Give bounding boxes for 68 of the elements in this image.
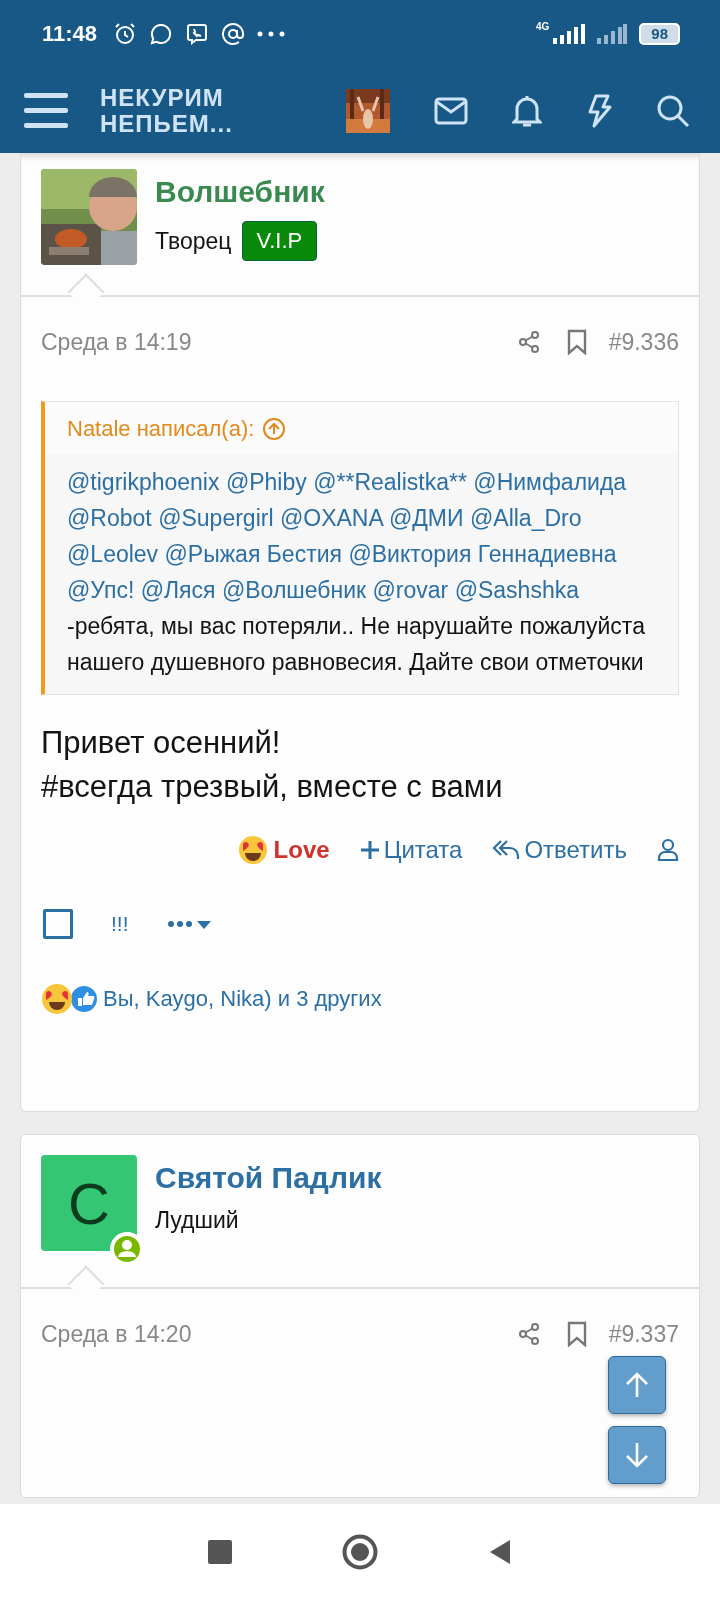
reply-icon <box>492 838 521 862</box>
mention-link[interactable]: @Leolev <box>67 541 159 567</box>
post-date[interactable]: Среда в 14:20 <box>41 1320 192 1348</box>
more-menu-icon[interactable] <box>166 918 213 930</box>
vip-badge: V.I.P <box>241 221 318 261</box>
mention-link[interactable]: @Supergirl <box>158 505 274 531</box>
share-icon[interactable] <box>516 330 541 354</box>
search-icon[interactable] <box>656 93 690 128</box>
lightning-icon[interactable] <box>586 93 612 128</box>
mention-link[interactable]: @Alla_Dro <box>469 505 582 531</box>
signal-icon <box>551 24 586 44</box>
site-logo[interactable]: НЕКУРИМ НЕПЬЕМ... <box>100 84 233 137</box>
author-name[interactable]: Святой Падлик <box>155 1161 382 1195</box>
back-icon[interactable] <box>488 1539 512 1565</box>
at-sign-icon <box>221 22 246 46</box>
more-icon <box>257 31 286 37</box>
mention-link[interactable]: @Волшебник <box>221 577 367 603</box>
select-checkbox[interactable] <box>43 909 73 939</box>
mention-link[interactable]: @Ляся <box>140 577 216 603</box>
arrow-up-icon <box>624 1371 650 1399</box>
reaction-button[interactable]: Love <box>237 835 330 865</box>
arrow-up-circle-icon[interactable] <box>262 417 287 441</box>
mention-link[interactable]: @Рыжая Бестия <box>164 541 342 567</box>
avatar: С <box>41 1155 137 1251</box>
scroll-down-button[interactable] <box>608 1426 666 1484</box>
reaction-icons <box>41 983 99 1015</box>
bookmark-icon[interactable] <box>566 329 587 355</box>
home-icon[interactable] <box>342 1534 378 1570</box>
mail-icon[interactable] <box>434 96 468 125</box>
mention-link[interactable]: @OXANA <box>279 505 383 531</box>
plus-icon <box>359 840 380 860</box>
signal-icon <box>597 24 628 44</box>
status-time: 11:48 <box>42 21 98 47</box>
mention-link[interactable]: @rovar <box>372 577 449 603</box>
report-link[interactable]: !!! <box>111 912 129 936</box>
user-title: Творец <box>155 227 232 255</box>
post-number[interactable]: #9.336 <box>608 328 679 356</box>
share-icon[interactable] <box>516 1322 541 1346</box>
quote-button[interactable]: Цитата <box>359 836 463 864</box>
phone-chat-icon <box>185 22 210 46</box>
chat-icon <box>149 22 174 46</box>
author-name[interactable]: Волшебник <box>155 175 325 209</box>
quote-text: @tigrikphoenix @Phiby @**Realistka** @Нимфалида @Robot @Supergirl @OXANA @ДМИ @Alla_Dro @Leolev @Рыжая Бестия @Виктория Геннадиевна @Упс! @Ляся @Волшебник @rovar @Sashshka -ребята, мы вас потеряли.. Не нарушайте пожалуйста нашего душевного равновесия. Дайте свои отметочки <box>66 468 646 677</box>
post-text: Привет осенний! #всегда трезвый, вместе с вами <box>41 724 504 806</box>
reactions-summary[interactable]: Вы, Kaygo, Nika) и 3 других <box>103 986 382 1012</box>
user-icon[interactable] <box>657 838 679 862</box>
bookmark-icon[interactable] <box>566 1321 587 1347</box>
post-number[interactable]: #9.337 <box>608 1320 679 1348</box>
scroll-up-button[interactable] <box>608 1356 666 1414</box>
network-type: 4G <box>535 20 550 32</box>
mention-link[interactable]: @ДМИ <box>388 505 464 531</box>
quote-author[interactable]: Natale написал(а): <box>67 416 255 442</box>
user-title: Лудший <box>155 1207 239 1234</box>
reply-button[interactable]: Ответить <box>492 836 627 864</box>
mention-link[interactable]: @Sashshka <box>454 577 579 603</box>
bell-icon[interactable] <box>512 93 542 128</box>
mention-link[interactable]: @tigrikphoenix <box>67 469 220 495</box>
battery-indicator: 98 <box>639 23 680 45</box>
mention-link[interactable]: @Виктория Геннадиевна <box>348 541 617 567</box>
mention-link[interactable]: @Phiby <box>225 469 307 495</box>
arrow-down-icon <box>624 1441 650 1469</box>
post-date[interactable]: Среда в 14:19 <box>41 328 192 356</box>
mention-link[interactable]: @Нимфалида <box>473 469 627 495</box>
mention-link[interactable]: @Упс! <box>67 577 135 603</box>
menu-icon[interactable] <box>24 92 68 129</box>
heart-eyes-emoji-icon <box>237 835 268 865</box>
mention-link[interactable]: @Robot <box>67 505 152 531</box>
mention-link[interactable]: @**Realistka** <box>313 469 467 495</box>
